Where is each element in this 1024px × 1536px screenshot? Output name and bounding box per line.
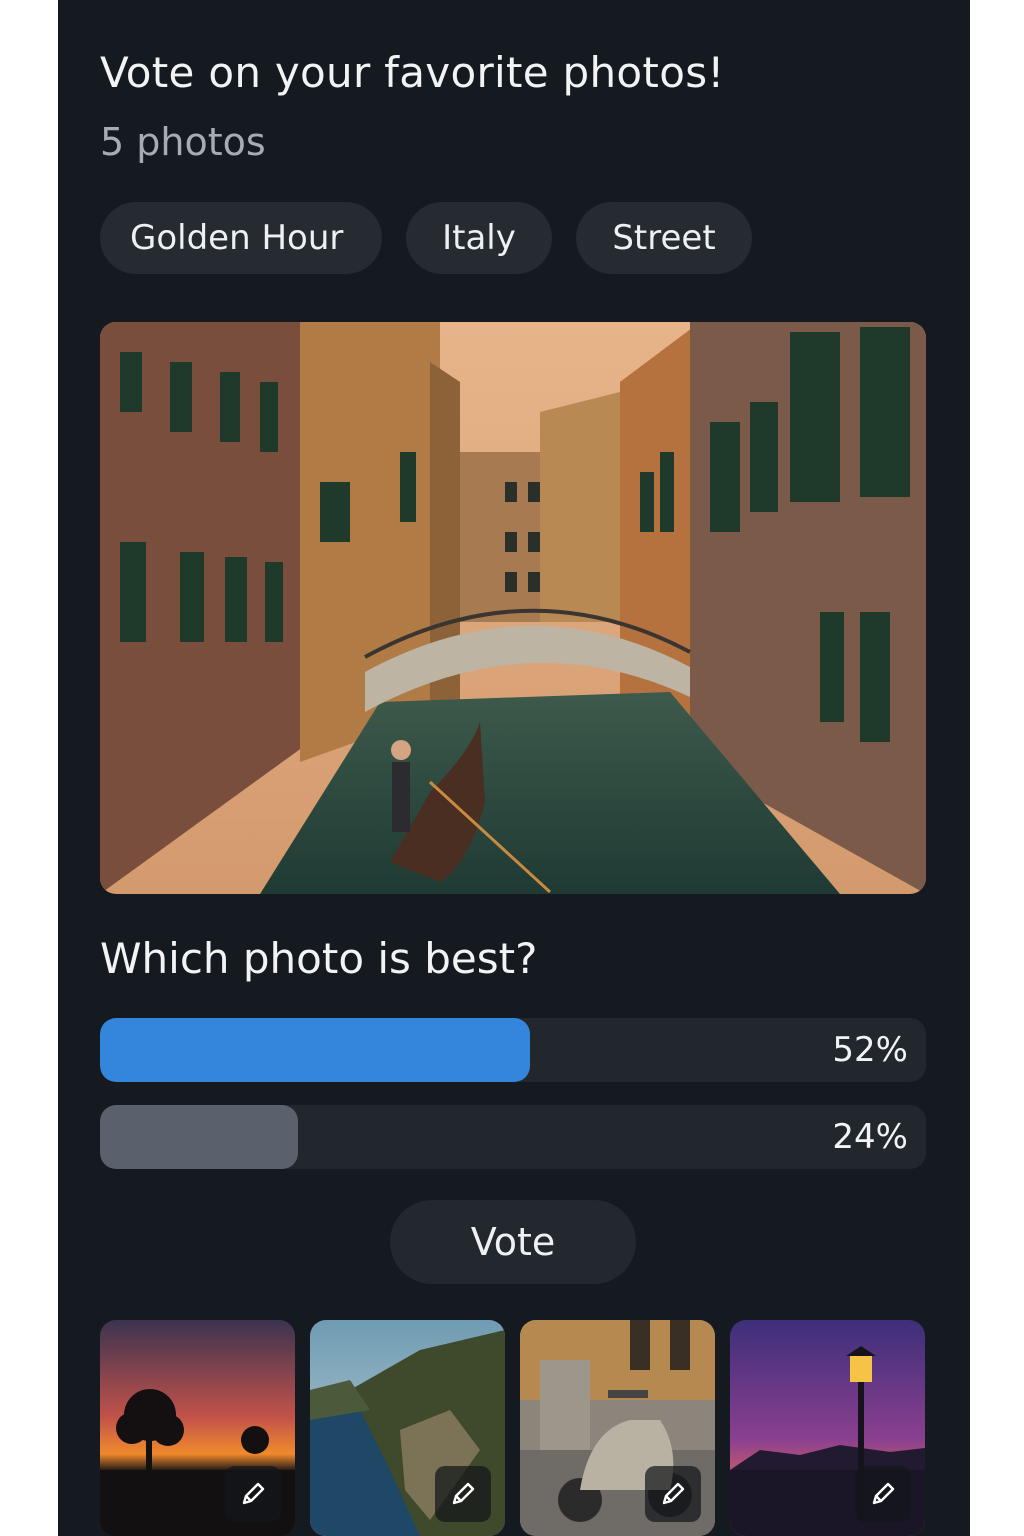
photo-count: 5 photos (100, 120, 266, 164)
poll-option-2[interactable]: 24% (100, 1105, 926, 1169)
tag-italy[interactable]: Italy (406, 202, 552, 274)
poll-option-2-percent: 24% (832, 1117, 908, 1157)
poll-question: Which photo is best? (100, 934, 538, 983)
thumbnail-coastline[interactable] (310, 1320, 505, 1536)
thumbnail-strip (100, 1320, 925, 1536)
hero-photo[interactable] (100, 322, 926, 894)
poll-option-1-fill (100, 1018, 530, 1082)
vote-button[interactable]: Vote (390, 1200, 636, 1284)
poll-option-1[interactable]: 52% (100, 1018, 926, 1082)
thumbnail-sunset[interactable] (100, 1320, 295, 1536)
app-screen: Vote on your favorite photos! 5 photos G… (58, 0, 970, 1536)
thumbnail-street-lamp[interactable] (730, 1320, 925, 1536)
pencil-icon[interactable] (645, 1466, 701, 1522)
tag-street[interactable]: Street (576, 202, 752, 274)
thumbnail-scooter[interactable] (520, 1320, 715, 1536)
pencil-icon[interactable] (855, 1466, 911, 1522)
page-title: Vote on your favorite photos! (100, 48, 725, 97)
poll-option-2-fill (100, 1105, 299, 1169)
pencil-icon[interactable] (435, 1466, 491, 1522)
tag-list: Golden Hour Italy Street (100, 202, 752, 274)
pencil-icon[interactable] (225, 1466, 281, 1522)
poll-option-1-percent: 52% (832, 1030, 908, 1070)
tag-golden-hour[interactable]: Golden Hour (100, 202, 382, 274)
